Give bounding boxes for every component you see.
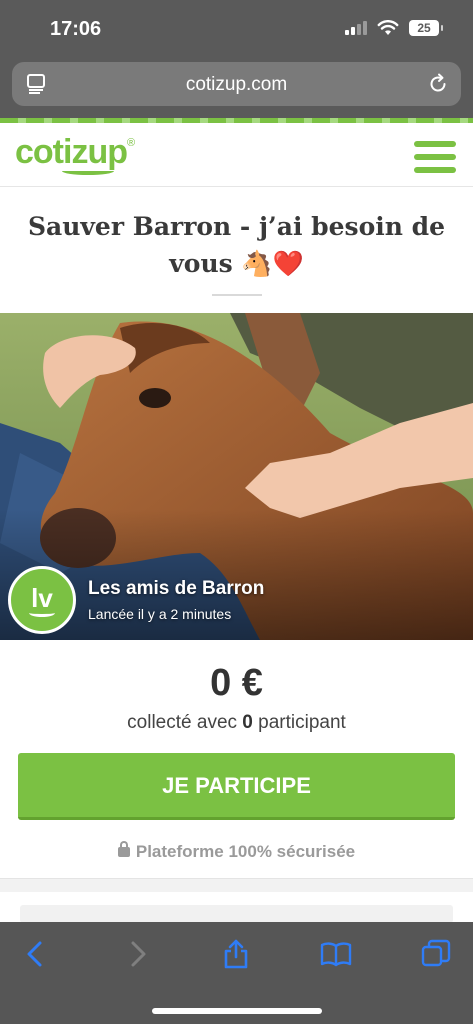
collected-prefix: collecté avec (127, 712, 243, 733)
collected-suffix: participant (252, 712, 346, 733)
forward-icon[interactable] (121, 938, 153, 970)
organizer-badge: lv Les amis de Barron Lancée il y a 2 mi… (8, 566, 264, 634)
organizer-name: Les amis de Barron (88, 578, 265, 599)
participant-count: 0 (242, 712, 253, 733)
launch-time: Lancée il y a 2 minutes (88, 606, 232, 622)
organizer-avatar[interactable]: lv (8, 566, 76, 634)
bookmarks-icon[interactable] (320, 938, 352, 970)
site-header: cotizup® (0, 123, 473, 187)
home-indicator[interactable] (152, 1008, 322, 1014)
url-text[interactable]: cotizup.com (12, 74, 461, 96)
status-bar: 17:06 25 (0, 0, 473, 60)
browser-chrome: 17:06 25 cotizup.com (0, 0, 473, 118)
campaign-title: Sauver Barron - j’ai besoin de vous 🐴❤️ (27, 212, 446, 278)
title-divider (212, 294, 262, 296)
logo-smile-mark (62, 167, 114, 175)
secure-label: Plateforme 100% sécurisée (135, 842, 356, 861)
logo-text: cotizup (15, 133, 128, 171)
section-separator (0, 878, 473, 892)
battery-icon: 25 (409, 20, 443, 36)
status-time: 17:06 (50, 18, 102, 40)
address-bar[interactable]: cotizup.com (12, 62, 461, 106)
collected-summary: collecté avec 0 participant (0, 712, 473, 734)
status-icons: 25 (345, 20, 443, 36)
next-section-peek (20, 905, 453, 923)
reload-icon[interactable] (427, 73, 449, 95)
back-icon[interactable] (20, 938, 52, 970)
organizer-info: Les amis de Barron Lancée il y a 2 minut… (88, 578, 264, 622)
participate-button[interactable]: JE PARTICIPE (18, 753, 455, 820)
lock-icon (117, 841, 130, 857)
tabs-icon[interactable] (420, 938, 452, 970)
menu-icon[interactable] (414, 141, 456, 173)
secure-platform-note: Plateforme 100% sécurisée (0, 841, 473, 862)
wifi-icon (377, 20, 399, 35)
collected-amount: 0 € (210, 662, 263, 704)
share-icon[interactable] (220, 938, 252, 970)
cellular-signal-icon (345, 21, 367, 35)
logo-registered-mark: ® (126, 137, 135, 149)
avatar-smile-mark (29, 609, 55, 617)
